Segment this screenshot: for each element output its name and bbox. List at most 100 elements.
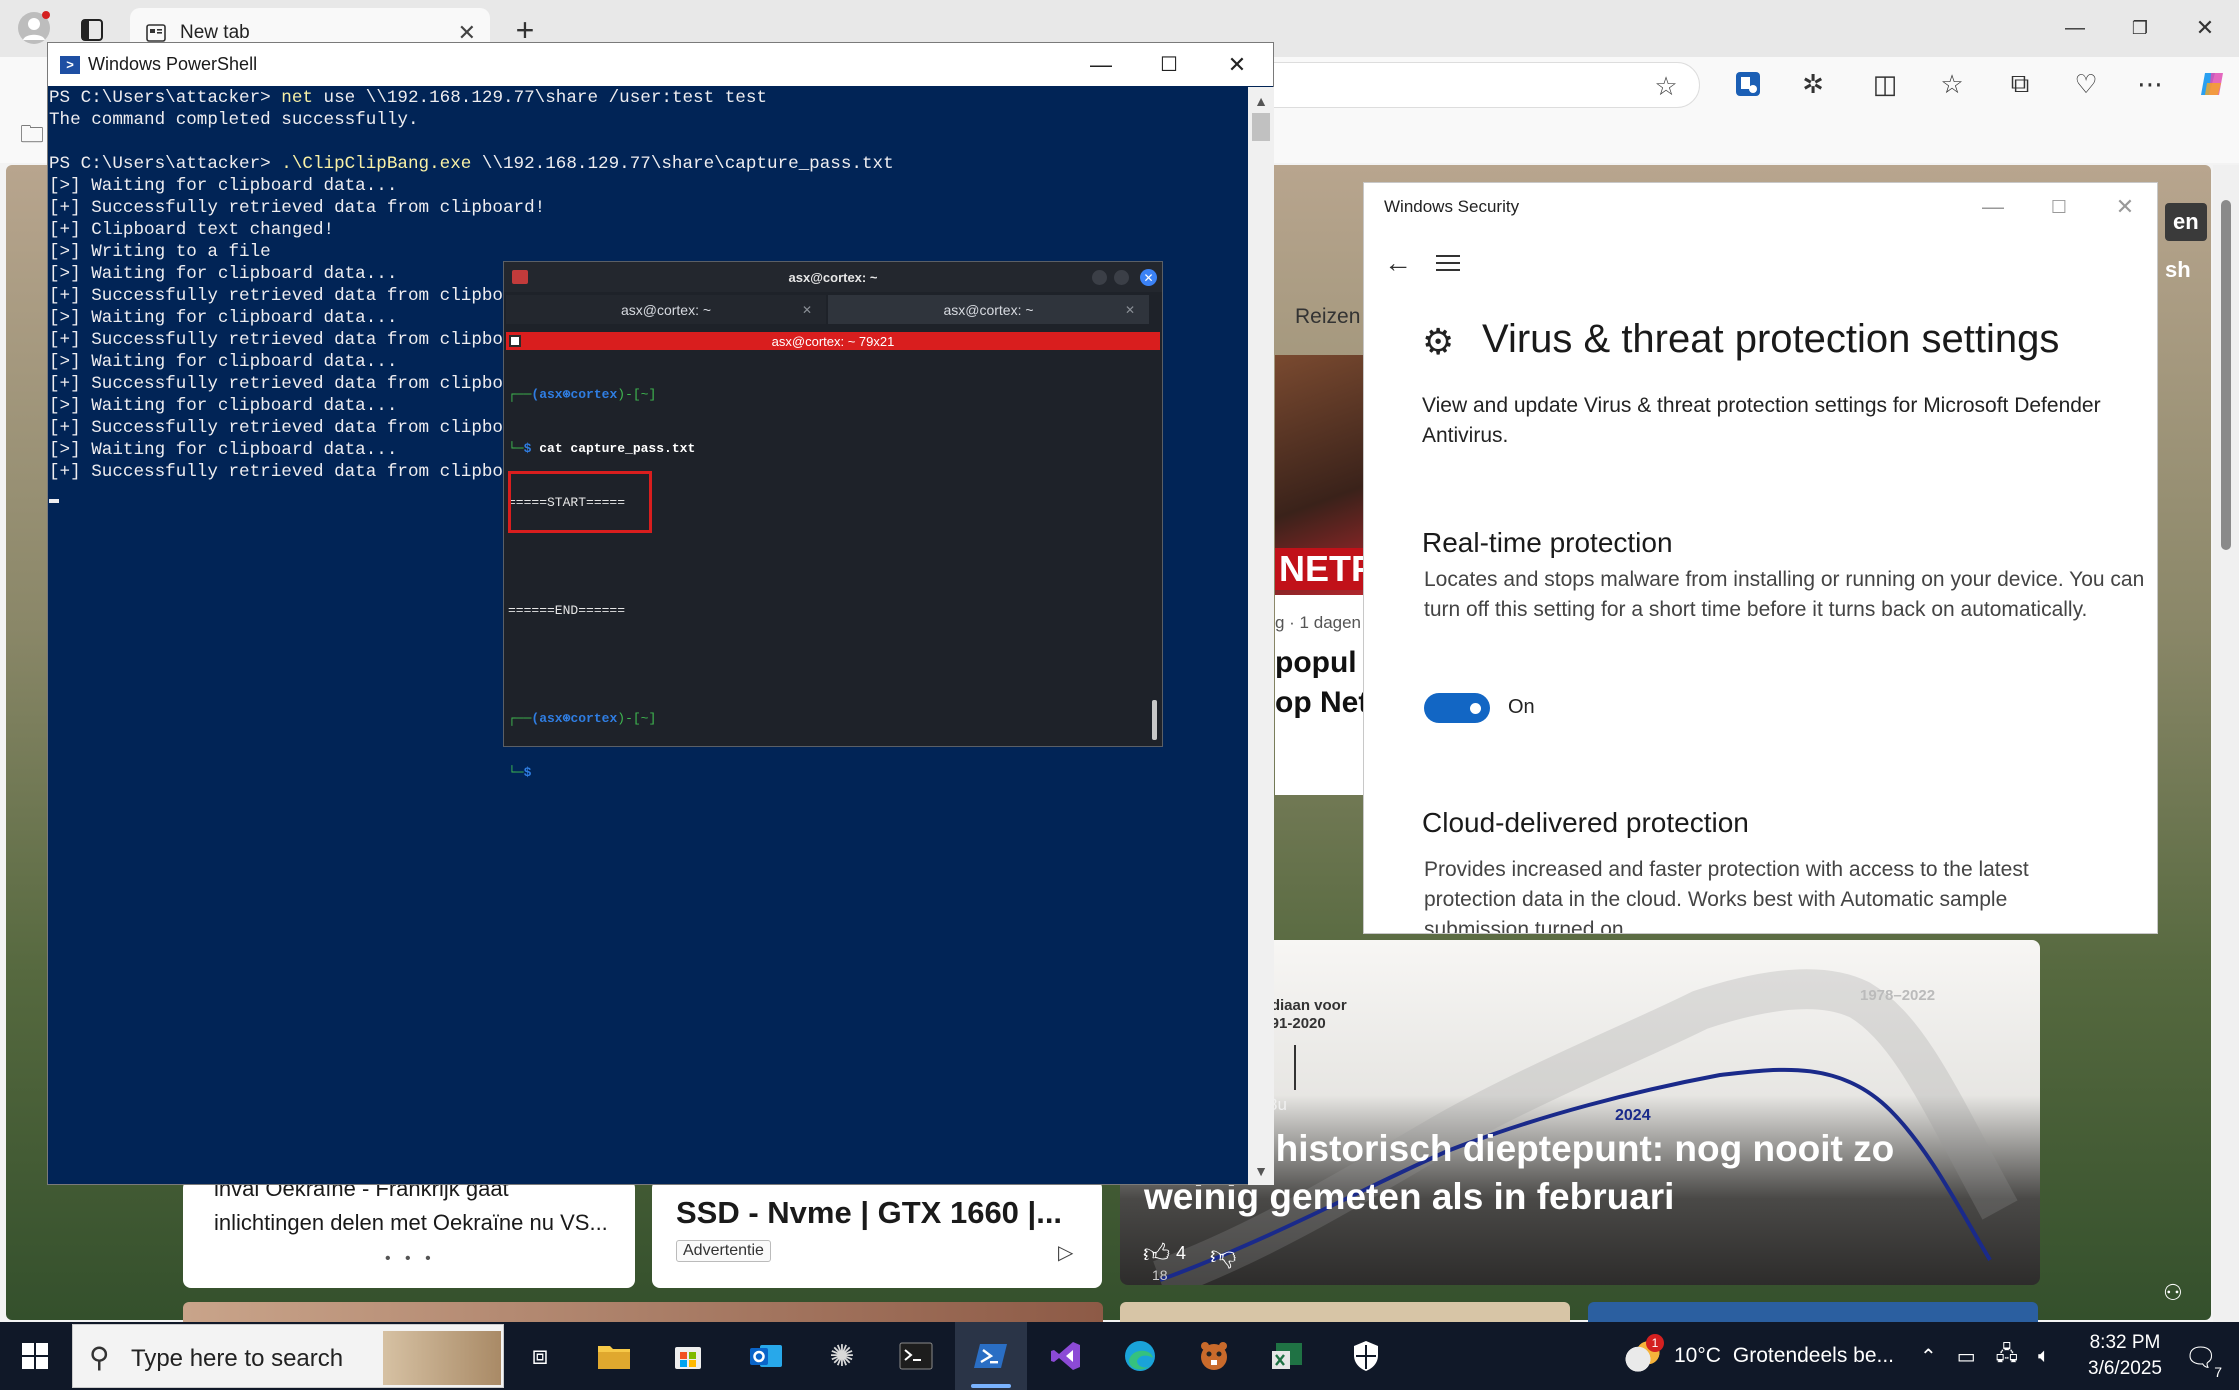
- chart-label-year: 2024: [1615, 1107, 1651, 1124]
- toggle-knob: [1470, 703, 1481, 714]
- visual-studio-icon[interactable]: [1030, 1322, 1102, 1390]
- like-icon[interactable]: 👍︎: [1143, 1238, 1170, 1269]
- collections-app-icon[interactable]: [1728, 64, 1768, 104]
- tab-close-icon[interactable]: ✕: [802, 303, 812, 317]
- browser-scrollbar-thumb[interactable]: [2221, 200, 2231, 550]
- weather-description: Grotendeels be...: [1732, 1344, 1895, 1367]
- favorite-star-icon[interactable]: ☆: [1649, 69, 1683, 103]
- copilot-icon[interactable]: [2192, 64, 2232, 104]
- news-category-reizen[interactable]: Reizen: [1295, 305, 1360, 329]
- file-explorer-icon[interactable]: [578, 1322, 650, 1390]
- output-blank-2: [508, 656, 1148, 674]
- windows-security-taskbar-icon[interactable]: [1330, 1322, 1402, 1390]
- minimize-icon[interactable]: —: [1068, 43, 1134, 86]
- right-edge-button-text[interactable]: en: [2165, 203, 2207, 241]
- terminal-tab-2[interactable]: asx@cortex: ~ ✕: [828, 295, 1149, 324]
- edge-browser-icon[interactable]: [1104, 1322, 1176, 1390]
- close-icon[interactable]: ✕: [1140, 269, 1157, 286]
- new-tab-page-icon: [146, 24, 166, 42]
- back-arrow-icon[interactable]: ←: [1378, 243, 1418, 283]
- console-cursor: [49, 499, 59, 503]
- console-line: [+] Clipboard text changed!: [49, 220, 335, 240]
- terminal-scrollbar[interactable]: [1152, 700, 1157, 740]
- console-line: [>] Writing to a file: [49, 242, 271, 262]
- minimize-icon[interactable]: —: [1960, 183, 2026, 231]
- console-scrollbar[interactable]: [1248, 87, 1274, 1185]
- battery-icon[interactable]: ▭: [1957, 1344, 1976, 1369]
- microsoft-store-icon[interactable]: [652, 1322, 724, 1390]
- console-line: PS C:\Users\attacker> net use \\192.168.…: [49, 88, 767, 108]
- chevron-up-icon[interactable]: ⌃: [1920, 1344, 1937, 1369]
- powershell-taskbar-icon[interactable]: [955, 1322, 1027, 1390]
- page-subtitle: View and update Virus & threat protectio…: [1422, 394, 2101, 447]
- favorites-folder-icon[interactable]: 🗀: [12, 117, 52, 157]
- outlook-icon[interactable]: [730, 1322, 802, 1390]
- hamburger-menu-icon[interactable]: [1428, 243, 1468, 283]
- notification-center-icon[interactable]: 🗨︎ 7: [2176, 1334, 2226, 1380]
- address-bar[interactable]: ☆: [1240, 62, 1700, 108]
- next-news-card-c: [1588, 1302, 2038, 1322]
- tab-title: New tab: [180, 22, 250, 43]
- maximize-icon[interactable]: ☐: [2026, 183, 2092, 231]
- restore-icon[interactable]: ❐: [2120, 8, 2160, 48]
- scroll-up-icon[interactable]: ▲: [1251, 91, 1271, 111]
- close-icon[interactable]: ✕: [2185, 8, 2225, 48]
- more-options-icon[interactable]: ⋯: [2130, 64, 2170, 104]
- ad-label: Advertentie: [676, 1240, 771, 1262]
- volume-icon[interactable]: 🔈︎: [2038, 1345, 2050, 1368]
- beaver-app-icon[interactable]: [1178, 1322, 1250, 1390]
- command-line: └─$ cat capture_pass.txt: [508, 441, 696, 456]
- collections-icon[interactable]: ⧉: [2000, 64, 2040, 104]
- terminal-app-icon[interactable]: [880, 1322, 952, 1390]
- minimize-icon[interactable]: —: [2055, 8, 2095, 48]
- maximize-icon[interactable]: [1114, 270, 1129, 285]
- terminal-app-icon: [512, 270, 528, 284]
- realtime-protection-toggle[interactable]: [1424, 693, 1490, 723]
- taskbar-search-box[interactable]: ⚲ Type here to search: [72, 1324, 504, 1388]
- carousel-dots[interactable]: • • •: [385, 1250, 436, 1268]
- extensions-icon[interactable]: ✲: [1793, 64, 1833, 104]
- tab-close-icon[interactable]: ✕: [1125, 303, 1135, 317]
- next-news-row: [183, 1302, 1103, 1322]
- bug-app-icon[interactable]: ✺: [806, 1322, 878, 1390]
- console-line: The command completed successfully.: [49, 110, 419, 130]
- window-title: Windows Security: [1384, 197, 1520, 216]
- dislike-icon[interactable]: 👎︎: [1210, 1240, 1236, 1271]
- system-tray: ⌃ ▭ 🖧 🔈︎: [1920, 1322, 2050, 1390]
- scroll-down-icon[interactable]: ▼: [1251, 1161, 1271, 1181]
- favorites-icon[interactable]: ☆: [1932, 64, 1972, 104]
- realtime-protection-description: Locates and stops malware from installin…: [1424, 568, 2145, 621]
- customize-feed-icon[interactable]: ⚇: [2163, 1280, 2183, 1306]
- maximize-icon[interactable]: ☐: [1136, 43, 1202, 86]
- windows-start-icon[interactable]: [0, 1322, 70, 1390]
- console-scrollbar-thumb[interactable]: [1252, 113, 1270, 141]
- search-placeholder: Type here to search: [131, 1345, 344, 1372]
- weather-widget[interactable]: 1 10°C Grotendeels be...: [1622, 1322, 1894, 1390]
- close-icon[interactable]: ✕: [1204, 43, 1270, 86]
- browser-essentials-icon[interactable]: ♡: [2066, 64, 2106, 104]
- excel-like-icon[interactable]: [1252, 1322, 1324, 1390]
- split-screen-icon[interactable]: ◫: [1865, 64, 1905, 104]
- taskbar-clock[interactable]: 8:32 PM 3/6/2025: [2070, 1330, 2180, 1382]
- console-line: [+] Successfully retrieved data from cli…: [49, 198, 546, 218]
- terminal-size-status: asx@cortex: ~ 79x21: [771, 333, 895, 349]
- clock-date: 3/6/2025: [2088, 1358, 2162, 1379]
- kali-terminal-window: asx@cortex: ~ ✕ asx@cortex: ~ ✕ asx@corte…: [503, 261, 1163, 780]
- prompt-line-2: ┌──(asx⊛cortex)-[~]: [508, 711, 657, 726]
- like-count: 4: [1176, 1243, 1187, 1263]
- ad-choices-icon[interactable]: ▷: [1058, 1240, 1073, 1265]
- terminal-output[interactable]: ┌──(asx⊛cortex)-[~] └─$ cat capture_pass…: [508, 350, 1148, 836]
- close-icon[interactable]: ✕: [2092, 183, 2157, 231]
- terminal-titlebar: asx@cortex: ~ ✕: [504, 262, 1162, 292]
- minimize-icon[interactable]: [1092, 270, 1107, 285]
- network-icon[interactable]: 🖧: [1996, 1339, 2018, 1373]
- tab-label: asx@cortex: ~: [620, 301, 712, 318]
- terminal-status-bar: asx@cortex: ~ 79x21: [506, 332, 1160, 350]
- weather-temperature: 10°C: [1674, 1344, 1721, 1367]
- command-line-2: └─$: [508, 765, 532, 780]
- task-view-icon[interactable]: ⧈: [504, 1322, 576, 1390]
- prompt-line: ┌──(asx⊛cortex)-[~]: [508, 387, 657, 402]
- realtime-protection-title: Real-time protection: [1422, 527, 1673, 558]
- powershell-titlebar: > Windows PowerShell — ☐ ✕: [48, 43, 1273, 86]
- terminal-tab-1[interactable]: asx@cortex: ~ ✕: [506, 295, 826, 324]
